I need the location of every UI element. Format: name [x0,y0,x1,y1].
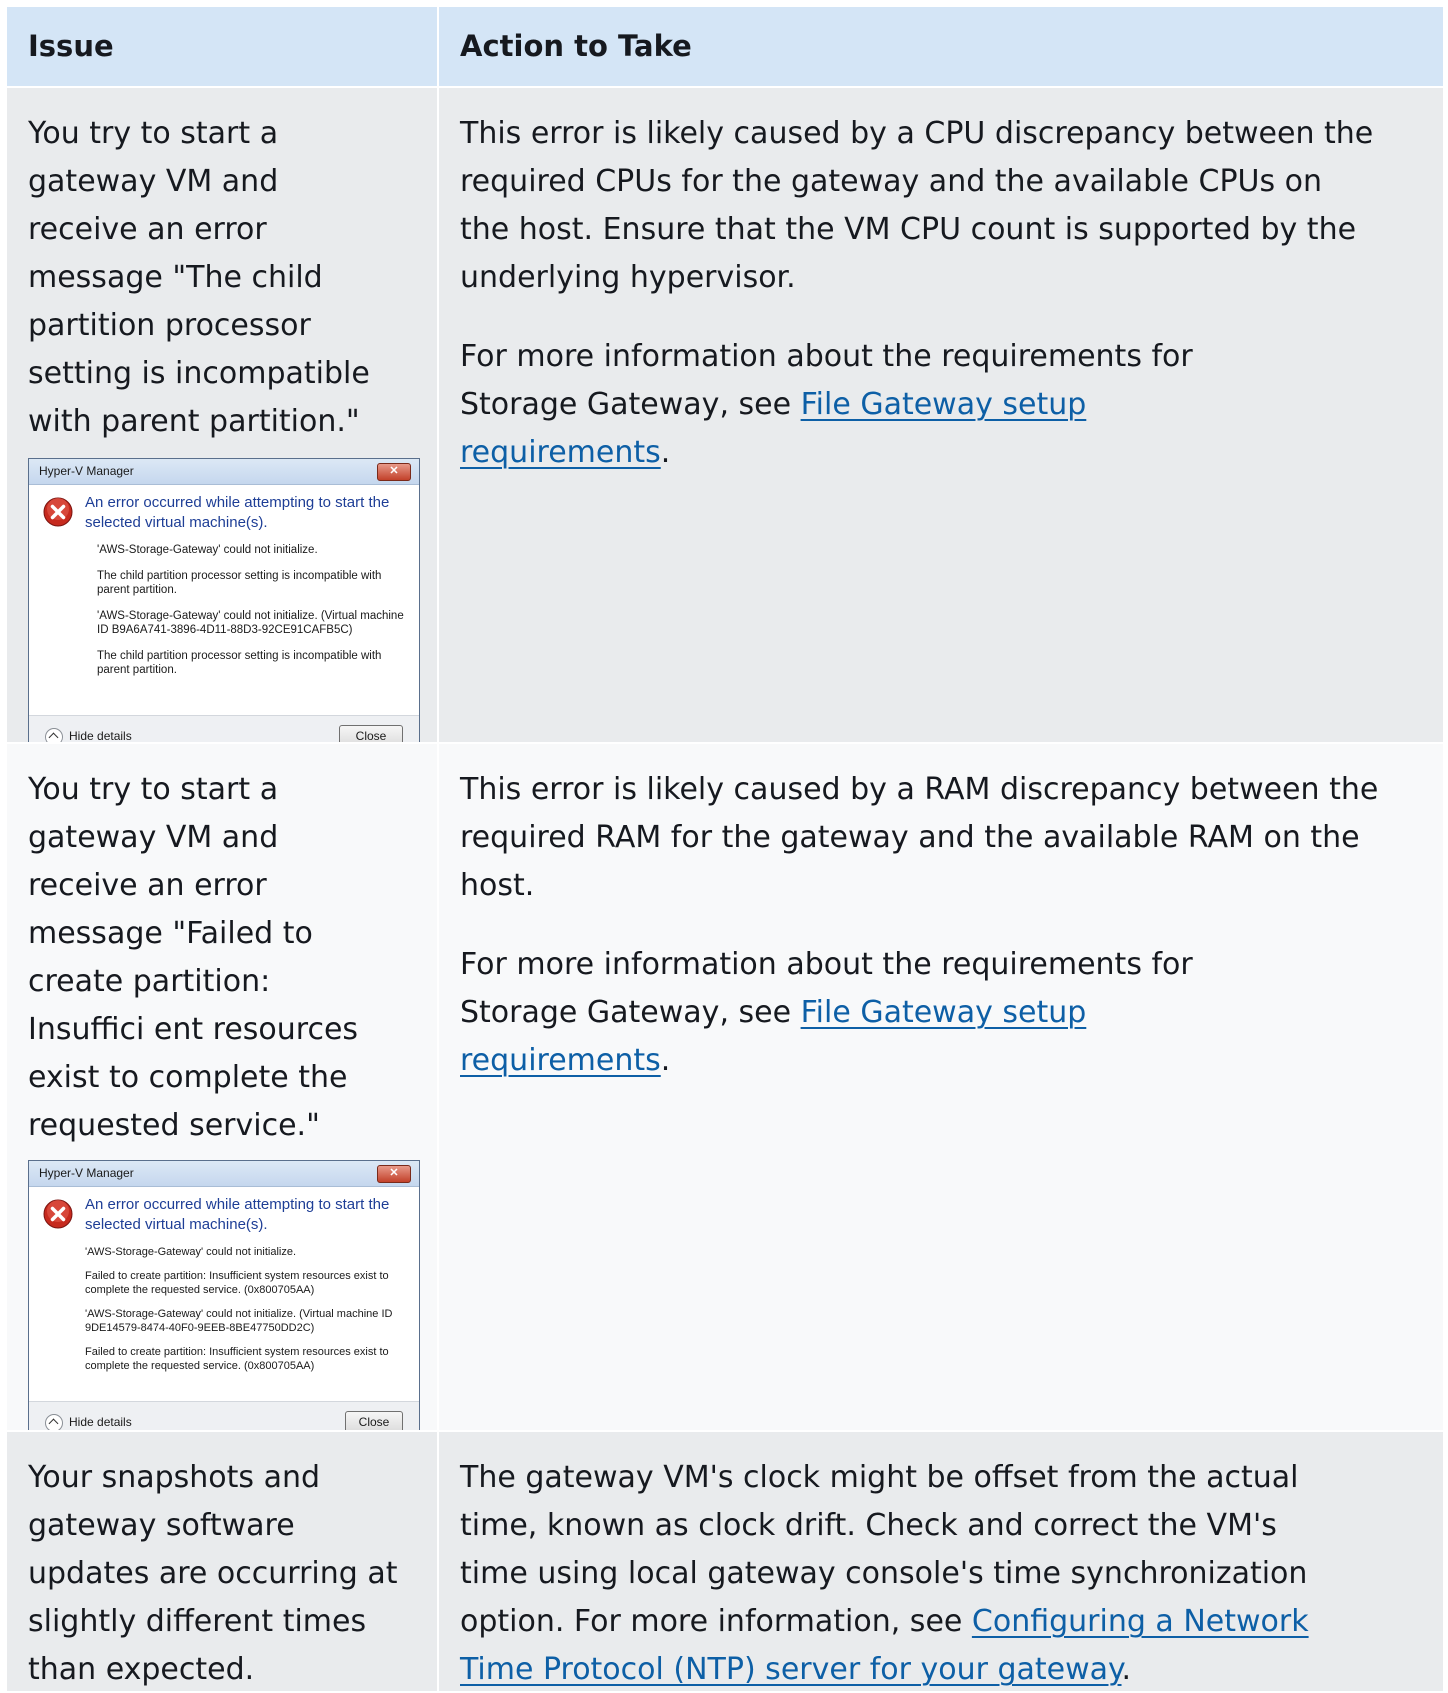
dialog-detail-line: The child partition processor setting is… [97,570,382,596]
table-row-3-issue: Your snapshots and gateway software upda… [7,1432,439,1693]
period: . [660,1043,671,1078]
hide-details-toggle: Hide details [45,727,132,743]
dialog-titlebar: Hyper-V Manager ✕ [29,1161,419,1187]
dialog-body: An error occurred while attempting to st… [29,1187,419,1401]
dialog-detail-line: Failed to create partition: Insufficient… [85,1270,389,1296]
dialog-main-message: An error occurred while attempting to st… [85,494,390,531]
hide-details-label: Hide details [69,1415,132,1429]
dialog-detail-line: 'AWS-Storage-Gateway' could not initiali… [97,544,318,556]
table-row-1-issue: You try to start a gateway VM and receiv… [7,88,439,744]
issue-text: You try to start a gateway VM and receiv… [28,116,370,439]
dialog-main-message: An error occurred while attempting to st… [85,1196,390,1233]
hide-details-label: Hide details [69,729,132,743]
dialog-footer: Hide details Close [29,1401,419,1430]
action-paragraph-more-info: For more information about the requireme… [460,941,1280,1085]
dialog-detail-line: 'AWS-Storage-Gateway' could not initiali… [85,1308,393,1334]
column-header-issue: Issue [7,7,439,88]
period: . [660,435,671,470]
action-paragraph-more-info: For more information about the requireme… [460,333,1280,477]
hide-details-toggle: Hide details [45,1413,132,1430]
hyperv-error-dialog-image: Hyper-V Manager ✕ An error occurred whil… [28,458,420,743]
period: . [1121,1652,1132,1687]
table-row-2-action: This error is likely caused by a RAM dis… [439,744,1445,1432]
error-icon [43,497,73,527]
action-paragraph: The gateway VM's clock might be offset f… [460,1432,1340,1691]
chevron-up-icon [45,1413,63,1430]
dialog-detail-line: 'AWS-Storage-Gateway' could not initiali… [85,1246,297,1258]
dialog-detail-line: 'AWS-Storage-Gateway' could not initiali… [97,610,404,636]
hyperv-error-dialog-image: Hyper-V Manager ✕ An error occurred whil… [28,1160,420,1430]
issue-text: You try to start a gateway VM and receiv… [28,772,359,1143]
dialog-title: Hyper-V Manager [39,464,134,478]
dialog-close-button: Close [345,1411,403,1430]
table-row-3-action: The gateway VM's clock might be offset f… [439,1432,1445,1693]
dialog-detail-line: Failed to create partition: Insufficient… [85,1346,389,1372]
close-icon: ✕ [377,463,411,481]
table-row-1-action: This error is likely caused by a CPU dis… [439,88,1445,744]
issue-text: Your snapshots and gateway software upda… [28,1460,398,1687]
action-paragraph: This error is likely caused by a CPU dis… [460,116,1374,295]
dialog-footer: Hide details Close [29,715,419,743]
dialog-detail-line: The child partition processor setting is… [97,650,382,676]
table-row-2-issue: You try to start a gateway VM and receiv… [7,744,439,1432]
column-header-action: Action to Take [439,7,1445,88]
close-icon: ✕ [377,1165,411,1183]
dialog-close-button: Close [339,725,403,742]
dialog-title: Hyper-V Manager [39,1166,134,1180]
dialog-body: An error occurred while attempting to st… [29,485,419,715]
dialog-titlebar: Hyper-V Manager ✕ [29,459,419,485]
troubleshooting-table: Issue Action to Take You try to start a … [7,7,1445,1693]
error-icon [43,1199,73,1229]
action-paragraph: This error is likely caused by a RAM dis… [460,772,1379,903]
chevron-up-icon [45,727,63,742]
